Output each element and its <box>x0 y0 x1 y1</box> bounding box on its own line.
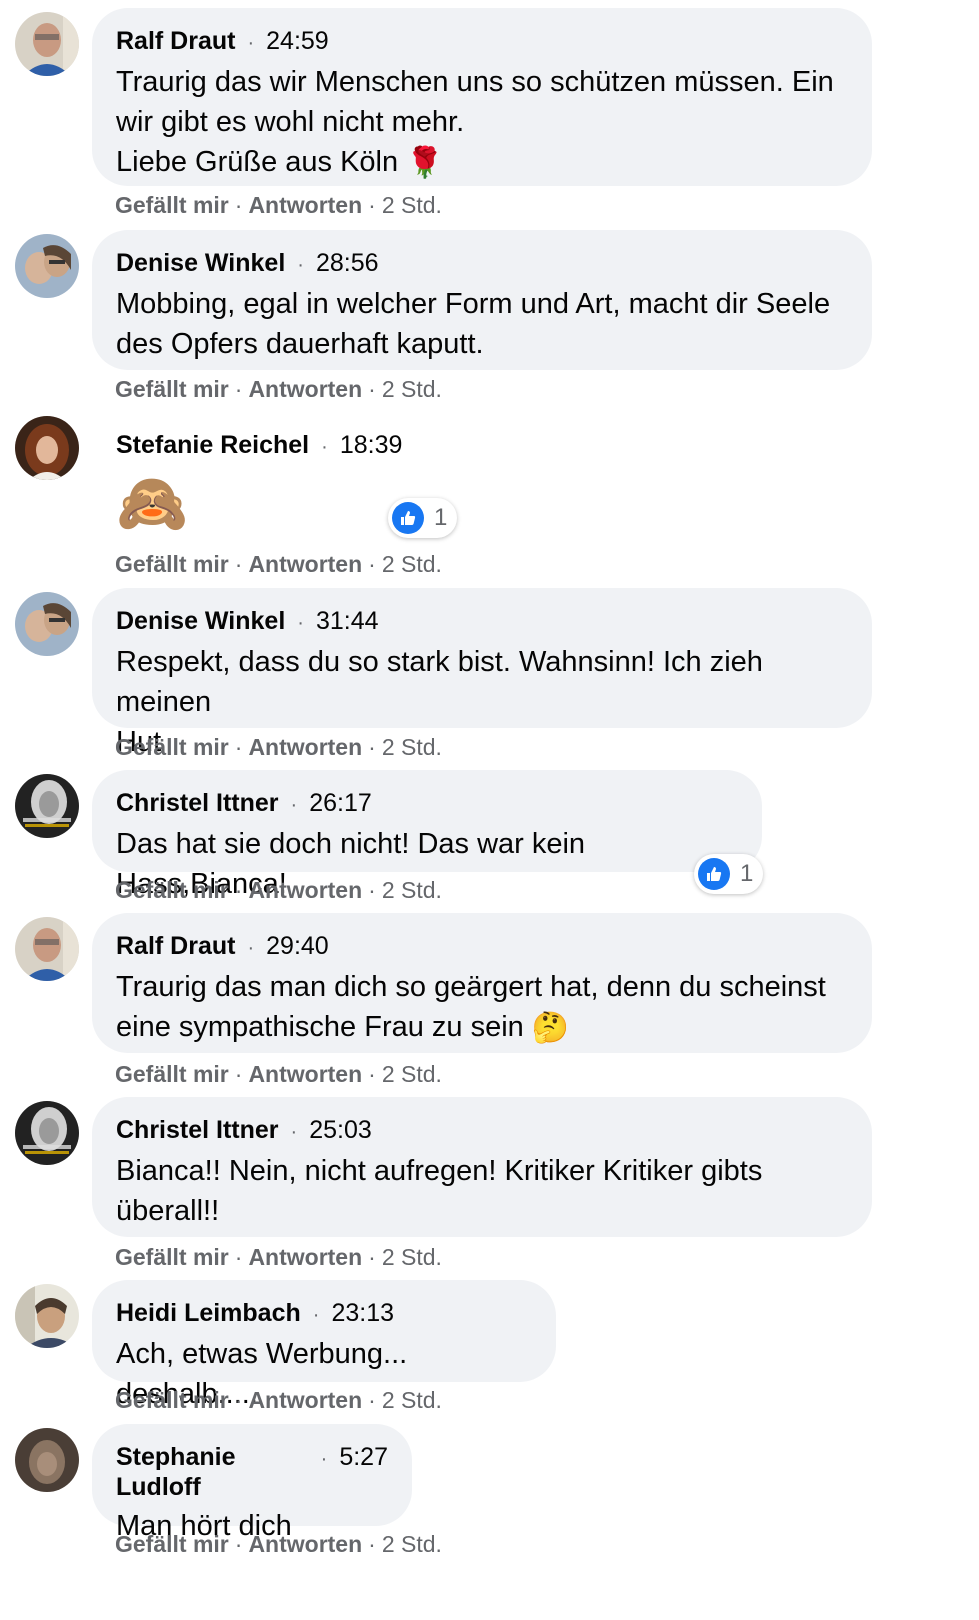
rose-emoji: 🌹 <box>406 146 444 180</box>
comment-actions: Gefällt mir · Antworten · 2 Std. <box>115 1531 442 1558</box>
avatar[interactable] <box>15 416 79 480</box>
like-link[interactable]: Gefällt mir <box>115 1244 229 1271</box>
comment-author[interactable]: Denise Winkel <box>116 248 285 278</box>
comment-time: 5:27 <box>339 1443 388 1471</box>
reply-link[interactable]: Antworten <box>248 192 362 219</box>
comment-actions: Gefällt mir · Antworten · 2 Std. <box>115 1244 442 1271</box>
reaction-summary[interactable]: 1 <box>694 854 764 894</box>
thinking-face-emoji: 🤔 <box>531 1011 570 1045</box>
comment-time: 25:03 <box>309 1116 372 1144</box>
like-link[interactable]: Gefällt mir <box>115 877 229 904</box>
comment-age[interactable]: 2 Std. <box>382 734 442 761</box>
avatar[interactable] <box>15 774 79 838</box>
comment-author[interactable]: Stefanie Reichel <box>116 430 309 460</box>
comment-text: Traurig das wir Menschen uns so schützen… <box>116 66 834 180</box>
reply-link[interactable]: Antworten <box>248 734 362 761</box>
comment-time: 18:39 <box>339 431 403 459</box>
reply-link[interactable]: Antworten <box>248 1531 362 1558</box>
comment-age[interactable]: 2 Std. <box>382 1061 442 1088</box>
like-link[interactable]: Gefällt mir <box>115 192 229 219</box>
comment-bubble: Ralf Draut · 24:59 Traurig das wir Mensc… <box>92 8 872 186</box>
separator-dot: · <box>297 254 304 276</box>
like-link[interactable]: Gefällt mir <box>115 551 229 578</box>
reaction-count: 1 <box>740 860 754 887</box>
comment-actions: Gefällt mir · Antworten · 2 Std. <box>115 877 442 904</box>
avatar[interactable] <box>15 1428 79 1492</box>
comment-author[interactable]: Denise Winkel <box>116 606 285 636</box>
thumbs-up-icon <box>392 502 424 534</box>
comment-bubble: Heidi Leimbach · 23:13 Ach, etwas Werbun… <box>92 1280 556 1410</box>
comment-bubble: Denise Winkel · 28:56 Mobbing, egal in w… <box>92 230 872 370</box>
like-link[interactable]: Gefällt mir <box>115 1387 229 1414</box>
comment-text: Mobbing, egal in welcher Form und Art, m… <box>116 288 831 360</box>
reply-link[interactable]: Antworten <box>248 877 362 904</box>
separator-dot: · <box>247 32 255 54</box>
avatar[interactable] <box>15 1101 79 1165</box>
comment-age[interactable]: 2 Std. <box>382 376 442 403</box>
reply-link[interactable]: Antworten <box>248 1244 362 1271</box>
avatar[interactable] <box>15 234 79 298</box>
comment-time: 26:17 <box>309 789 372 817</box>
like-link[interactable]: Gefällt mir <box>115 734 229 761</box>
reply-link[interactable]: Antworten <box>248 551 362 578</box>
reaction-count: 1 <box>434 504 448 531</box>
comment-text: Bianca!! Nein, nicht aufregen! Kritiker … <box>116 1155 763 1227</box>
separator-dot: · <box>321 436 328 458</box>
separator-dot: · <box>312 1304 320 1326</box>
comment-age[interactable]: 2 Std. <box>382 877 442 904</box>
comment-time: 23:13 <box>331 1299 394 1327</box>
comment-age[interactable]: 2 Std. <box>382 1531 442 1558</box>
separator-dot: · <box>297 612 304 634</box>
comment-author[interactable]: Heidi Leimbach <box>116 1298 301 1328</box>
comment-bubble: Christel Ittner · 25:03 Bianca!! Nein, n… <box>92 1097 872 1237</box>
reply-link[interactable]: Antworten <box>248 376 362 403</box>
comment-actions: Gefällt mir · Antworten · 2 Std. <box>115 1061 442 1088</box>
separator-dot: · <box>290 1121 298 1143</box>
comment-age[interactable]: 2 Std. <box>382 551 442 578</box>
comment-bubble: Denise Winkel · 31:44 Respekt, dass du s… <box>92 588 872 758</box>
like-link[interactable]: Gefällt mir <box>115 1531 229 1558</box>
comment-time: 28:56 <box>315 249 379 277</box>
like-link[interactable]: Gefällt mir <box>115 376 229 403</box>
comment-author[interactable]: Ralf Draut <box>116 931 235 961</box>
comment-bubble: Stephanie Ludloff · 5:27 Man hört dich <box>92 1424 412 1542</box>
comment-time: 24:59 <box>266 27 329 55</box>
reply-link[interactable]: Antworten <box>248 1061 362 1088</box>
reaction-summary[interactable]: 1 <box>388 498 458 538</box>
comment-actions: Gefällt mir · Antworten · 2 Std. <box>115 551 442 578</box>
comment-author[interactable]: Ralf Draut <box>116 26 235 56</box>
separator-dot: · <box>290 794 298 816</box>
comment-time: 31:44 <box>315 607 379 635</box>
comment-actions: Gefällt mir · Antworten · 2 Std. <box>115 734 442 761</box>
comment-age[interactable]: 2 Std. <box>382 192 442 219</box>
comment-actions: Gefällt mir · Antworten · 2 Std. <box>115 376 442 403</box>
comment-author[interactable]: Stephanie Ludloff <box>116 1442 309 1502</box>
comment-actions: Gefällt mir · Antworten · 2 Std. <box>115 192 442 219</box>
comment-age[interactable]: 2 Std. <box>382 1244 442 1271</box>
comment-author[interactable]: Christel Ittner <box>116 788 279 818</box>
comment-text: Traurig das man dich so geärgert hat, de… <box>116 971 826 1045</box>
reply-link[interactable]: Antworten <box>248 1387 362 1414</box>
comment-age[interactable]: 2 Std. <box>382 1387 442 1414</box>
comment-bubble: Ralf Draut · 29:40 Traurig das man dich … <box>92 913 872 1053</box>
separator-dot: · <box>247 937 255 959</box>
avatar[interactable] <box>15 1284 79 1348</box>
comment-actions: Gefällt mir · Antworten · 2 Std. <box>115 1387 442 1414</box>
like-link[interactable]: Gefällt mir <box>115 1061 229 1088</box>
comment-bubble: Christel Ittner · 26:17 Das hat sie doch… <box>92 770 762 900</box>
avatar[interactable] <box>15 12 79 76</box>
avatar[interactable] <box>15 917 79 981</box>
comment-time: 29:40 <box>266 932 329 960</box>
separator-dot: · <box>320 1448 328 1470</box>
comment-author[interactable]: Christel Ittner <box>116 1115 279 1145</box>
avatar[interactable] <box>15 592 79 656</box>
thumbs-up-icon <box>698 858 730 890</box>
